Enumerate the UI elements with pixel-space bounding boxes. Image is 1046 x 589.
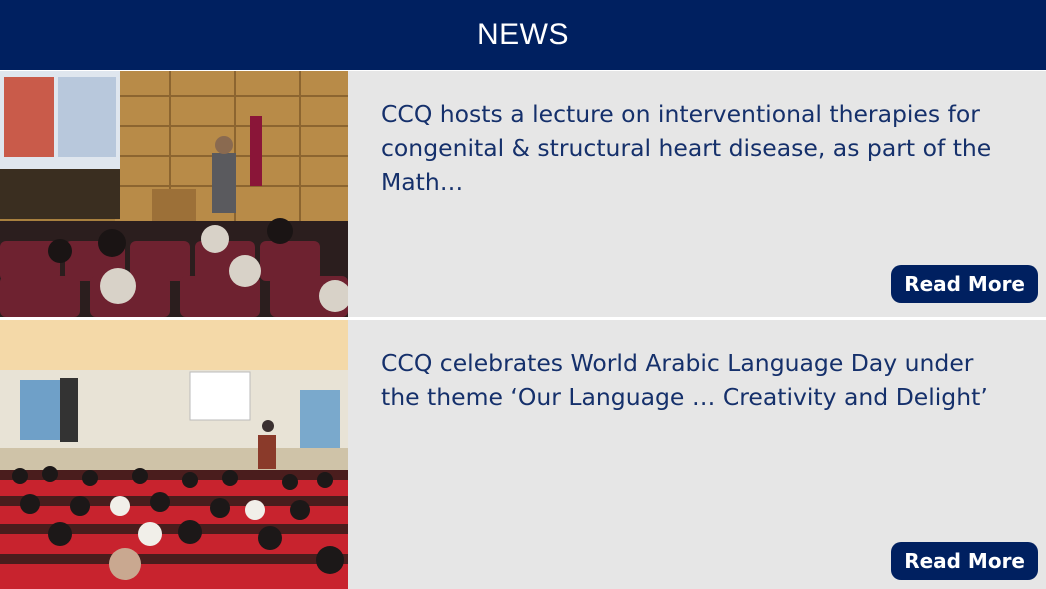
news-title: NEWS [477, 18, 569, 51]
auditorium-event-photo-icon [0, 320, 348, 589]
news-thumbnail-1[interactable] [0, 71, 348, 317]
read-more-button-1[interactable]: Read More [891, 265, 1038, 303]
news-header: NEWS [0, 0, 1046, 70]
news-thumbnail-2[interactable] [0, 320, 348, 589]
lecture-hall-photo-icon [0, 71, 348, 317]
news-headline-1[interactable]: CCQ hosts a lecture on interventional th… [381, 97, 1011, 199]
news-headline-2[interactable]: CCQ celebrates World Arabic Language Day… [381, 346, 1011, 414]
read-more-button-2[interactable]: Read More [891, 542, 1038, 580]
news-item-2[interactable]: CCQ celebrates World Arabic Language Day… [0, 320, 1046, 589]
news-item-1[interactable]: CCQ hosts a lecture on interventional th… [0, 71, 1046, 317]
